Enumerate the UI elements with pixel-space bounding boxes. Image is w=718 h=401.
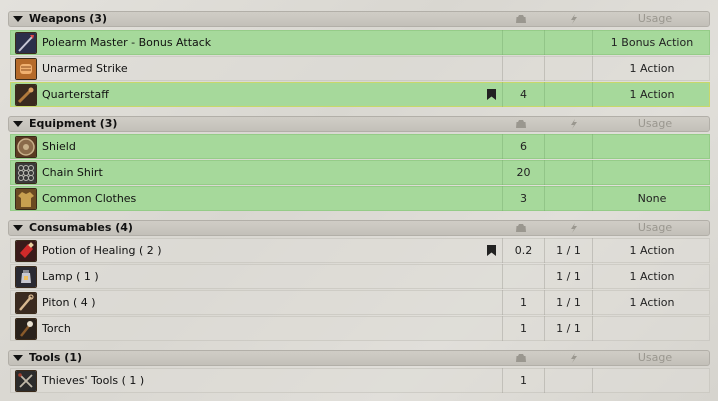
item-weight [502, 56, 544, 81]
lightning-icon [570, 353, 578, 363]
item-name: Quarterstaff [42, 88, 109, 101]
item-usage [592, 316, 711, 341]
item-name: Torch [42, 322, 71, 335]
item-usage: 1 Bonus Action [592, 30, 711, 55]
item-name: Unarmed Strike [42, 62, 128, 75]
weight-icon [516, 224, 526, 232]
piton-icon [15, 292, 37, 314]
collapse-caret-icon[interactable] [13, 16, 23, 22]
usage-column-header: Usage [637, 221, 673, 234]
item-charges [544, 30, 592, 55]
item-name: Potion of Healing ( 2 ) [42, 244, 162, 257]
item-name: Polearm Master - Bonus Attack [42, 36, 212, 49]
item-weight: 4 [502, 82, 544, 107]
item-charges: 1 / 1 [544, 316, 592, 341]
item-weight: 6 [502, 134, 544, 159]
section-title: Consumables (4) [29, 221, 133, 234]
item-charges: 1 / 1 [544, 290, 592, 315]
weight-icon [516, 120, 526, 128]
item-weight: 1 [502, 290, 544, 315]
section-header-consumables[interactable]: Consumables (4) Usage [8, 220, 710, 236]
item-usage: 1 Action [592, 82, 711, 107]
item-usage [592, 368, 711, 393]
section-header-tools[interactable]: Tools (1) Usage [8, 350, 710, 366]
item-weight: 20 [502, 160, 544, 185]
inventory-row[interactable]: Potion of Healing ( 2 ) 0.2 1 / 1 1 Acti… [10, 238, 710, 263]
item-charges [544, 160, 592, 185]
fist-icon [15, 58, 37, 80]
torch-icon [15, 318, 37, 340]
item-usage [592, 160, 711, 185]
item-usage: 1 Action [592, 56, 711, 81]
collapse-caret-icon[interactable] [13, 121, 23, 127]
item-name: Chain Shirt [42, 166, 103, 179]
collapse-caret-icon[interactable] [13, 355, 23, 361]
item-charges [544, 134, 592, 159]
clothes-icon [15, 188, 37, 210]
item-weight: 1 [502, 368, 544, 393]
item-weight: 0.2 [502, 238, 544, 263]
inventory-row[interactable]: Thieves' Tools ( 1 ) 1 [10, 368, 710, 393]
inventory-row[interactable]: Quarterstaff 4 1 Action [10, 82, 710, 107]
item-weight: 1 [502, 316, 544, 341]
item-charges [544, 368, 592, 393]
inventory-row[interactable]: Common Clothes 3 None [10, 186, 710, 211]
item-name: Piton ( 4 ) [42, 296, 96, 309]
weight-icon [516, 15, 526, 23]
item-usage [592, 134, 711, 159]
lightning-icon [570, 223, 578, 233]
item-charges [544, 186, 592, 211]
glaive-icon [15, 32, 37, 54]
inventory-row[interactable]: Polearm Master - Bonus Attack 1 Bonus Ac… [10, 30, 710, 55]
item-weight [502, 30, 544, 55]
chain-shirt-icon [15, 162, 37, 184]
bookmark-icon[interactable] [487, 89, 496, 100]
item-usage: 1 Action [592, 290, 711, 315]
usage-column-header: Usage [637, 12, 673, 25]
section-header-weapons[interactable]: Weapons (3) Usage [8, 11, 710, 27]
item-charges: 1 / 1 [544, 238, 592, 263]
item-charges [544, 82, 592, 107]
shield-icon [15, 136, 37, 158]
inventory-row[interactable]: Lamp ( 1 ) 1 / 1 1 Action [10, 264, 710, 289]
inventory-row[interactable]: Torch 1 1 / 1 [10, 316, 710, 341]
lamp-icon [15, 266, 37, 288]
item-weight [502, 264, 544, 289]
inventory-row[interactable]: Piton ( 4 ) 1 1 / 1 1 Action [10, 290, 710, 315]
item-usage: 1 Action [592, 238, 711, 263]
lightning-icon [570, 119, 578, 129]
item-name: Shield [42, 140, 76, 153]
usage-column-header: Usage [637, 117, 673, 130]
item-usage: 1 Action [592, 264, 711, 289]
usage-column-header: Usage [637, 351, 673, 364]
weight-icon [516, 354, 526, 362]
lightning-icon [570, 14, 578, 24]
item-usage: None [592, 186, 711, 211]
item-name: Lamp ( 1 ) [42, 270, 99, 283]
potion-icon [15, 240, 37, 262]
staff-icon [15, 84, 37, 106]
section-title: Tools (1) [29, 351, 83, 364]
section-title: Weapons (3) [29, 12, 107, 25]
item-weight: 3 [502, 186, 544, 211]
item-charges [544, 56, 592, 81]
section-header-equipment[interactable]: Equipment (3) Usage [8, 116, 710, 132]
bookmark-icon[interactable] [487, 245, 496, 256]
section-title: Equipment (3) [29, 117, 118, 130]
inventory-row[interactable]: Chain Shirt 20 [10, 160, 710, 185]
item-name: Thieves' Tools ( 1 ) [42, 374, 145, 387]
item-name: Common Clothes [42, 192, 137, 205]
collapse-caret-icon[interactable] [13, 225, 23, 231]
inventory-row[interactable]: Shield 6 [10, 134, 710, 159]
lockpicks-icon [15, 370, 37, 392]
inventory-row[interactable]: Unarmed Strike 1 Action [10, 56, 710, 81]
item-charges: 1 / 1 [544, 264, 592, 289]
